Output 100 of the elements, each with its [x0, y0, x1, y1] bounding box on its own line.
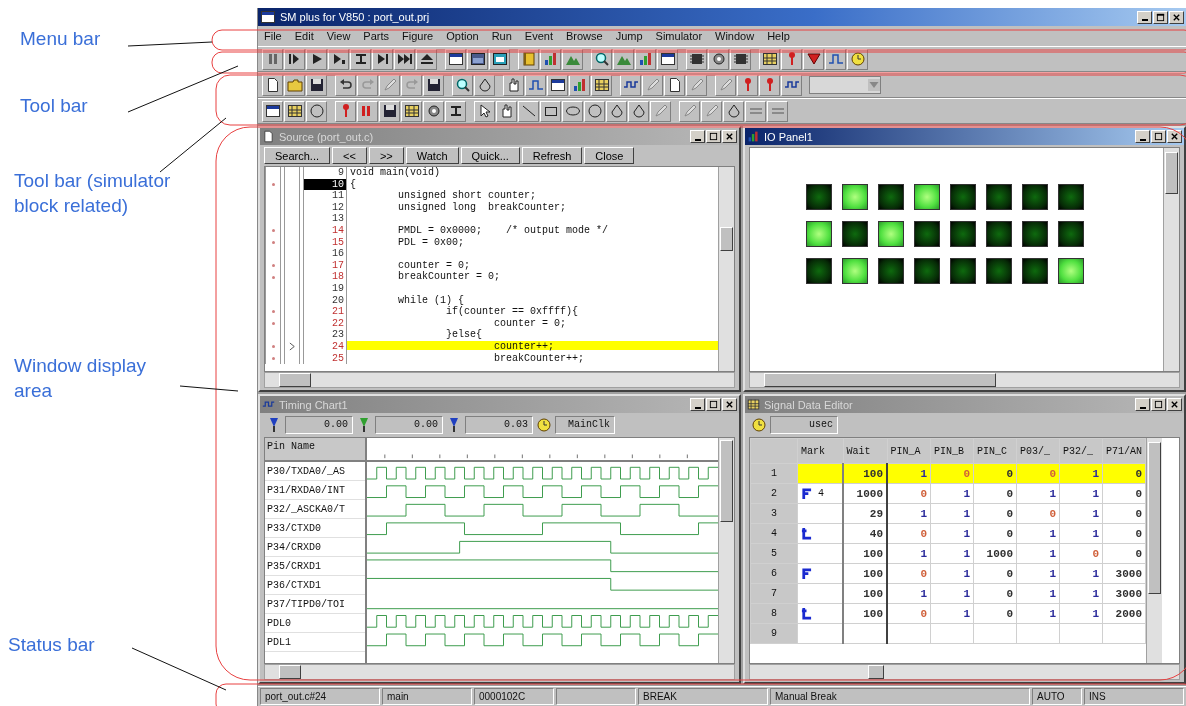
- maximize-button[interactable]: [1153, 10, 1168, 24]
- close-button[interactable]: [1169, 10, 1184, 24]
- toolbar-button[interactable]: [569, 74, 590, 96]
- close-button[interactable]: [722, 398, 737, 411]
- toolbar-button[interactable]: [423, 100, 444, 122]
- menu-item[interactable]: Jump: [615, 30, 643, 42]
- toolbar-button[interactable]: [606, 100, 627, 122]
- vertical-scrollbar[interactable]: [718, 167, 734, 371]
- minimize-button[interactable]: [1137, 10, 1152, 24]
- vertical-scrollbar[interactable]: [1146, 438, 1162, 663]
- line-number: 15: [303, 236, 347, 249]
- menu-item[interactable]: Window: [715, 30, 755, 42]
- value-field: 0.03: [465, 416, 533, 434]
- source-button[interactable]: Close: [584, 147, 635, 164]
- code-line: unsigned short counter;: [397, 190, 537, 202]
- toolbar-button[interactable]: [628, 100, 649, 122]
- menu-item[interactable]: Simulator: [655, 30, 703, 42]
- table-cell: 0: [1049, 507, 1056, 520]
- toolbar-button[interactable]: [540, 100, 561, 122]
- table-cell: 1000: [986, 547, 1013, 560]
- close-button[interactable]: [1167, 398, 1182, 411]
- toolbar-button[interactable]: [562, 100, 583, 122]
- horizontal-scrollbar[interactable]: [749, 372, 1180, 388]
- column-header: Wait: [843, 438, 887, 464]
- toolbar-button[interactable]: [474, 100, 495, 122]
- code-line: counter = 0;: [397, 259, 471, 271]
- maximize-button[interactable]: [706, 130, 721, 143]
- table-cell: 1: [1049, 587, 1056, 600]
- status-panel: AUTO: [1032, 688, 1082, 705]
- horizontal-scrollbar[interactable]: [749, 664, 1180, 680]
- toolbar-button[interactable]: [664, 74, 685, 96]
- maximize-button[interactable]: [1151, 130, 1166, 143]
- toolbar-button[interactable]: [445, 100, 466, 122]
- toolbar-button[interactable]: [379, 100, 400, 122]
- toolbar-button[interactable]: [781, 74, 802, 96]
- callout-label: Menu bar: [20, 27, 101, 51]
- source-button[interactable]: Quick...: [460, 147, 520, 164]
- table-cell: 1: [1049, 487, 1056, 500]
- toolbar-button[interactable]: [503, 74, 524, 96]
- toolbar-button[interactable]: [306, 100, 327, 122]
- menu-item[interactable]: Run: [491, 30, 512, 42]
- horizontal-scrollbar[interactable]: [264, 664, 735, 680]
- menu-item[interactable]: Help: [767, 30, 790, 42]
- menu-item[interactable]: Edit: [294, 30, 314, 42]
- toolbar-button[interactable]: [547, 74, 568, 96]
- chart-icon: [571, 77, 588, 93]
- toolbar-button[interactable]: [284, 100, 305, 122]
- toolbar-button[interactable]: [620, 74, 641, 96]
- source-button[interactable]: Watch: [405, 147, 459, 164]
- menu-item[interactable]: File: [264, 30, 282, 42]
- toolbar-button[interactable]: [401, 100, 422, 122]
- toolbar-button[interactable]: [518, 100, 539, 122]
- pencil-icon: [703, 103, 720, 119]
- vertical-scrollbar[interactable]: [1163, 148, 1179, 371]
- table-cell: 1: [1092, 527, 1099, 540]
- unit-field: usec: [770, 416, 838, 434]
- table-cell: 0: [1006, 587, 1013, 600]
- menu-item[interactable]: View: [326, 30, 351, 42]
- toolbar-button[interactable]: [584, 100, 605, 122]
- pin-name: PDL0: [265, 614, 365, 633]
- toolbar-button[interactable]: [335, 74, 356, 96]
- maximize-button[interactable]: [706, 398, 721, 411]
- maximize-button[interactable]: [1151, 398, 1166, 411]
- menu-item[interactable]: Option: [446, 30, 479, 42]
- close-button[interactable]: [722, 130, 737, 143]
- toolbar-button[interactable]: [591, 74, 612, 96]
- table-cell: 1: [1049, 547, 1056, 560]
- toolbar-button[interactable]: [496, 100, 517, 122]
- pin-name: P37/TIPD0/TOI: [265, 595, 365, 614]
- source-button[interactable]: <<: [332, 147, 367, 164]
- toolbar-button[interactable]: [474, 74, 495, 96]
- menu-item[interactable]: Parts: [363, 30, 390, 42]
- menu-item[interactable]: Event: [524, 30, 553, 42]
- dropdown-field[interactable]: [809, 76, 881, 94]
- vertical-scrollbar[interactable]: [718, 438, 734, 663]
- pin-name: P34/CRXD0: [265, 538, 365, 557]
- toolbar-button[interactable]: [262, 100, 283, 122]
- callout-label: Window display area: [14, 354, 147, 403]
- close-button[interactable]: [1167, 130, 1182, 143]
- menu-item[interactable]: Figure: [402, 30, 434, 42]
- source-button[interactable]: >>: [368, 147, 404, 164]
- horizontal-scrollbar[interactable]: [264, 372, 735, 388]
- column-header: PIN_C: [973, 438, 1017, 464]
- toolbar-button[interactable]: [306, 74, 327, 96]
- table-cell: 0: [1135, 467, 1142, 480]
- toolbar-button[interactable]: [723, 100, 744, 122]
- search-icon: [454, 77, 471, 93]
- source-button[interactable]: Refresh: [521, 147, 583, 164]
- menu-item[interactable]: Browse: [566, 30, 603, 42]
- pin-name: P32/_ASCKA0/T: [265, 500, 365, 519]
- minimize-button[interactable]: [690, 398, 705, 411]
- toolbar-button[interactable]: [262, 74, 283, 96]
- source-button[interactable]: Search...: [264, 147, 331, 164]
- toolbar-button[interactable]: [452, 74, 473, 96]
- clock-icon: [751, 417, 767, 433]
- table-cell: 1: [1049, 527, 1056, 540]
- minimize-button[interactable]: [1135, 130, 1150, 143]
- toolbar-button[interactable]: [423, 74, 444, 96]
- minimize-button[interactable]: [1135, 398, 1150, 411]
- minimize-button[interactable]: [690, 130, 705, 143]
